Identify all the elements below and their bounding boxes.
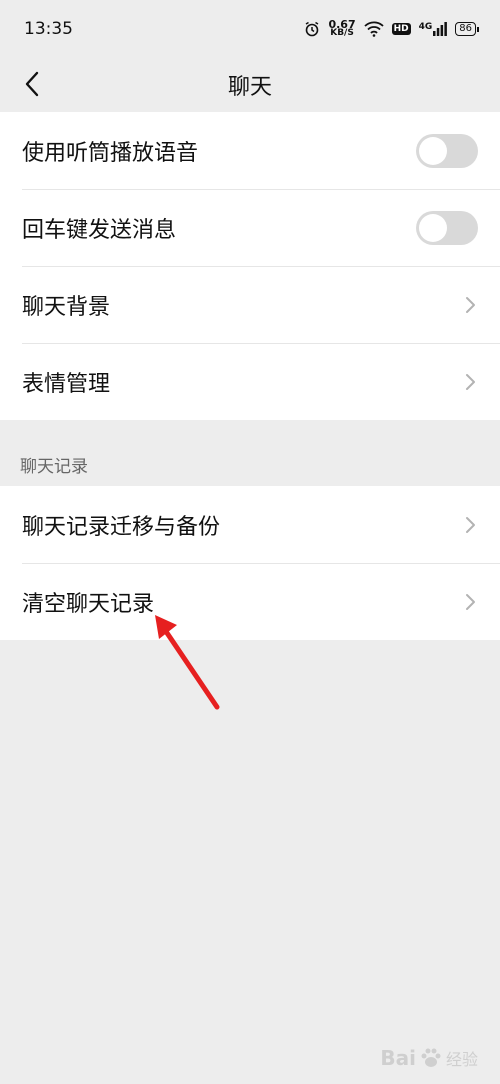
wifi-icon [363, 21, 384, 37]
chat-history-group: 聊天记录迁移与备份 清空聊天记录 [0, 486, 500, 640]
battery-level: 86 [455, 22, 479, 36]
signal-indicator: 4G [419, 22, 448, 36]
setting-chat-background[interactable]: 聊天背景 [0, 266, 500, 343]
back-button[interactable] [12, 64, 52, 104]
section-title-chat-history: 聊天记录 [20, 457, 88, 477]
chevron-right-icon [466, 373, 475, 390]
earpiece-voice-toggle[interactable] [416, 133, 478, 168]
watermark-suffix: 经验 [445, 1050, 478, 1069]
toggle-knob [419, 136, 447, 165]
setting-earpiece-voice[interactable]: 使用听筒播放语音 [0, 112, 500, 189]
baidu-jingyan-watermark: Bai 经验 [380, 1046, 478, 1070]
enter-to-send-toggle[interactable] [416, 210, 478, 245]
chevron-left-icon [25, 71, 39, 97]
paw-icon [421, 1048, 441, 1067]
watermark-brand: Bai [380, 1046, 416, 1070]
chevron-right-icon [466, 593, 475, 610]
setting-label: 表情管理 [22, 371, 111, 397]
status-time: 13:35 [24, 19, 73, 39]
setting-sticker-management[interactable]: 表情管理 [0, 343, 500, 420]
hd-badge: HD [391, 23, 411, 35]
page-title: 聊天 [227, 75, 272, 100]
setting-label: 使用听筒播放语音 [22, 140, 199, 166]
signal-type: 4G [418, 22, 433, 32]
setting-label: 聊天记录迁移与备份 [22, 514, 221, 540]
annotation-arrow [155, 615, 220, 710]
alarm-icon [306, 21, 319, 37]
setting-label: 清空聊天记录 [22, 591, 155, 617]
settings-group: 使用听筒播放语音 回车键发送消息 聊天背景 表情管理 [0, 112, 500, 420]
setting-chat-history-migrate-backup[interactable]: 聊天记录迁移与备份 [0, 486, 500, 563]
setting-label: 聊天背景 [22, 294, 111, 320]
status-icons: 0.67 KB/S HD 4G 86 [304, 18, 479, 38]
status-bar: 13:35 0.67 KB/S HD 4G 86 [0, 0, 500, 58]
network-speed: 0.67 KB/S [328, 18, 356, 38]
signal-bars-icon [433, 22, 448, 36]
setting-clear-chat-history[interactable]: 清空聊天记录 [0, 563, 500, 640]
chevron-right-icon [466, 516, 475, 533]
title-bar: 聊天 [0, 58, 500, 112]
setting-enter-to-send[interactable]: 回车键发送消息 [0, 189, 500, 266]
setting-label: 回车键发送消息 [22, 217, 177, 243]
toggle-knob [419, 213, 447, 242]
chevron-right-icon [466, 296, 475, 313]
